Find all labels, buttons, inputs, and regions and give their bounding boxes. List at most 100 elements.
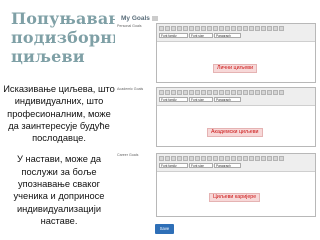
note-career: Циљеви каријере	[209, 193, 261, 202]
fullscreen-icon[interactable]	[279, 26, 284, 31]
font-size-select[interactable]: Font size	[189, 33, 213, 38]
undo-icon[interactable]	[231, 156, 236, 161]
slide-paragraph: Исказивање циљева, што индивидуалних, шт…	[3, 84, 115, 144]
justify-icon[interactable]	[201, 156, 206, 161]
numbered-list-icon[interactable]	[213, 26, 218, 31]
underline-icon[interactable]	[171, 90, 176, 95]
font-size-select[interactable]: Font size	[189, 97, 213, 102]
align-right-icon[interactable]	[195, 26, 200, 31]
slide-title-line: подизборника	[11, 28, 147, 47]
toolbar-row: Font family Font size Paragraph	[159, 163, 241, 168]
goal-label-personal: Personal Goals	[117, 24, 142, 28]
slide-title-line: Попуњавање	[11, 9, 136, 28]
italic-icon[interactable]	[165, 156, 170, 161]
strikethrough-icon[interactable]	[177, 26, 182, 31]
goals-header: My Goals	[121, 15, 158, 22]
unlink-icon[interactable]	[249, 90, 254, 95]
slide-title-line: циљеви	[11, 47, 85, 66]
outdent-icon[interactable]	[219, 156, 224, 161]
font-family-select[interactable]: Font family	[159, 97, 188, 102]
outdent-icon[interactable]	[219, 26, 224, 31]
goals-icon	[151, 15, 158, 21]
strikethrough-icon[interactable]	[177, 156, 182, 161]
note-personal: Лични циљеви	[213, 64, 258, 73]
table-icon[interactable]	[261, 90, 266, 95]
bold-icon[interactable]	[159, 90, 164, 95]
toolbar-row: Font family Font size Paragraph	[159, 97, 241, 102]
underline-icon[interactable]	[171, 26, 176, 31]
indent-icon[interactable]	[225, 90, 230, 95]
outdent-icon[interactable]	[219, 90, 224, 95]
bullet-list-icon[interactable]	[207, 90, 212, 95]
editor-text-area[interactable]: Циљеви каријере	[157, 172, 315, 216]
italic-icon[interactable]	[165, 90, 170, 95]
format-select[interactable]: Paragraph	[214, 97, 241, 102]
source-icon[interactable]	[273, 26, 278, 31]
editor-academic[interactable]: Font family Font size Paragraph Академски …	[156, 87, 316, 147]
table-icon[interactable]	[261, 26, 266, 31]
editor-text-area[interactable]: Лични циљеви	[157, 42, 315, 82]
align-right-icon[interactable]	[195, 90, 200, 95]
unlink-icon[interactable]	[249, 156, 254, 161]
undo-icon[interactable]	[231, 26, 236, 31]
align-left-icon[interactable]	[183, 90, 188, 95]
numbered-list-icon[interactable]	[213, 156, 218, 161]
source-icon[interactable]	[273, 90, 278, 95]
editor-toolbar: Font family Font size Paragraph	[157, 24, 315, 42]
link-icon[interactable]	[243, 26, 248, 31]
numbered-list-icon[interactable]	[213, 90, 218, 95]
link-icon[interactable]	[243, 156, 248, 161]
source-icon[interactable]	[273, 156, 278, 161]
redo-icon[interactable]	[237, 90, 242, 95]
editor-text-area[interactable]: Академски циљеви	[157, 106, 315, 146]
redo-icon[interactable]	[237, 156, 242, 161]
editor-personal[interactable]: Font family Font size Paragraph Лични циље…	[156, 23, 316, 83]
justify-icon[interactable]	[201, 90, 206, 95]
fullscreen-icon[interactable]	[279, 156, 284, 161]
text-color-icon[interactable]	[267, 156, 272, 161]
indent-icon[interactable]	[225, 26, 230, 31]
save-button[interactable]: Save	[155, 224, 174, 234]
text-color-icon[interactable]	[267, 90, 272, 95]
toolbar-row: Font family Font size Paragraph	[159, 33, 241, 38]
indent-icon[interactable]	[225, 156, 230, 161]
toolbar-row	[159, 26, 284, 31]
bold-icon[interactable]	[159, 26, 164, 31]
editor-career[interactable]: Font family Font size Paragraph Циљеви кар…	[156, 153, 316, 217]
justify-icon[interactable]	[201, 26, 206, 31]
redo-icon[interactable]	[237, 26, 242, 31]
font-size-select[interactable]: Font size	[189, 163, 213, 168]
bold-icon[interactable]	[159, 156, 164, 161]
italic-icon[interactable]	[165, 26, 170, 31]
image-icon[interactable]	[255, 156, 260, 161]
align-left-icon[interactable]	[183, 156, 188, 161]
image-icon[interactable]	[255, 26, 260, 31]
align-center-icon[interactable]	[189, 156, 194, 161]
strikethrough-icon[interactable]	[177, 90, 182, 95]
slide-title: Попуњавање подизборника циљеви	[11, 9, 147, 66]
note-academic: Академски циљеви	[207, 128, 263, 137]
unlink-icon[interactable]	[249, 26, 254, 31]
format-select[interactable]: Paragraph	[214, 163, 241, 168]
goal-label-academic: Academic Goals	[117, 87, 144, 91]
align-right-icon[interactable]	[195, 156, 200, 161]
fullscreen-icon[interactable]	[279, 90, 284, 95]
align-center-icon[interactable]	[189, 26, 194, 31]
text-color-icon[interactable]	[267, 26, 272, 31]
link-icon[interactable]	[243, 90, 248, 95]
align-center-icon[interactable]	[189, 90, 194, 95]
align-left-icon[interactable]	[183, 26, 188, 31]
slide-body: Исказивање циљева, што индивидуалних, шт…	[3, 83, 115, 236]
image-icon[interactable]	[255, 90, 260, 95]
bullet-list-icon[interactable]	[207, 26, 212, 31]
font-family-select[interactable]: Font family	[159, 33, 188, 38]
toolbar-row	[159, 156, 284, 161]
bullet-list-icon[interactable]	[207, 156, 212, 161]
table-icon[interactable]	[261, 156, 266, 161]
underline-icon[interactable]	[171, 156, 176, 161]
goal-label-career: Career Goals	[117, 153, 139, 157]
font-family-select[interactable]: Font family	[159, 163, 188, 168]
goals-screenshot: My Goals Personal Goals Font family Font …	[115, 2, 316, 236]
undo-icon[interactable]	[231, 90, 236, 95]
format-select[interactable]: Paragraph	[214, 33, 241, 38]
